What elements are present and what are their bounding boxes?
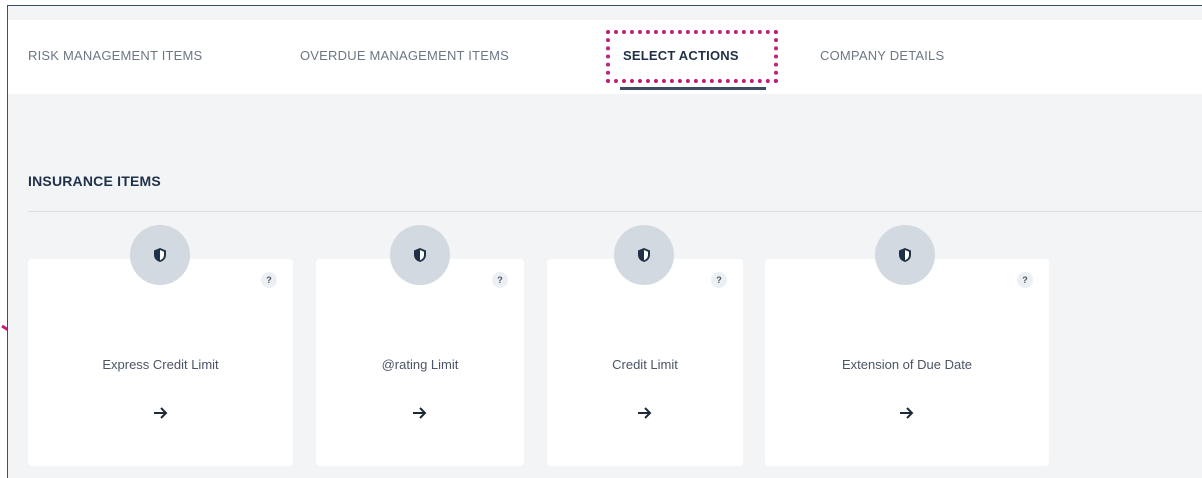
card-credit-limit[interactable]: ? Credit Limit: [547, 259, 743, 466]
tab-risk-management-items[interactable]: RISK MANAGEMENT ITEMS: [28, 48, 202, 63]
section-divider: [28, 211, 1202, 212]
arrow-right-icon[interactable]: [153, 406, 169, 420]
card-label: @rating Limit: [381, 357, 459, 372]
main-panel: RISK MANAGEMENT ITEMS OVERDUE MANAGEMENT…: [7, 5, 1202, 478]
section-title: INSURANCE ITEMS: [28, 173, 161, 189]
shield-icon: [130, 225, 190, 285]
card-rating-limit[interactable]: ? @rating Limit: [316, 259, 524, 466]
shield-icon: [614, 225, 674, 285]
card-label: Express Credit Limit: [102, 357, 219, 372]
tab-company-details[interactable]: COMPANY DETAILS: [820, 48, 944, 63]
arrow-right-icon[interactable]: [637, 406, 653, 420]
help-icon[interactable]: ?: [1017, 272, 1033, 288]
shield-icon: [390, 225, 450, 285]
help-icon[interactable]: ?: [261, 272, 277, 288]
highlight-box: [606, 30, 778, 83]
arrow-right-icon[interactable]: [412, 406, 428, 420]
shield-icon: [875, 225, 935, 285]
card-express-credit-limit[interactable]: ? Express Credit Limit: [28, 259, 293, 466]
help-icon[interactable]: ?: [492, 272, 508, 288]
help-icon[interactable]: ?: [711, 272, 727, 288]
arrow-right-icon[interactable]: [899, 406, 915, 420]
card-extension-of-due-date[interactable]: ? Extension of Due Date: [765, 259, 1049, 466]
card-label: Credit Limit: [612, 357, 678, 372]
tab-bar: RISK MANAGEMENT ITEMS OVERDUE MANAGEMENT…: [8, 20, 1202, 94]
active-tab-underline: [620, 87, 766, 90]
card-label: Extension of Due Date: [841, 357, 973, 372]
tab-overdue-management-items[interactable]: OVERDUE MANAGEMENT ITEMS: [300, 48, 509, 63]
